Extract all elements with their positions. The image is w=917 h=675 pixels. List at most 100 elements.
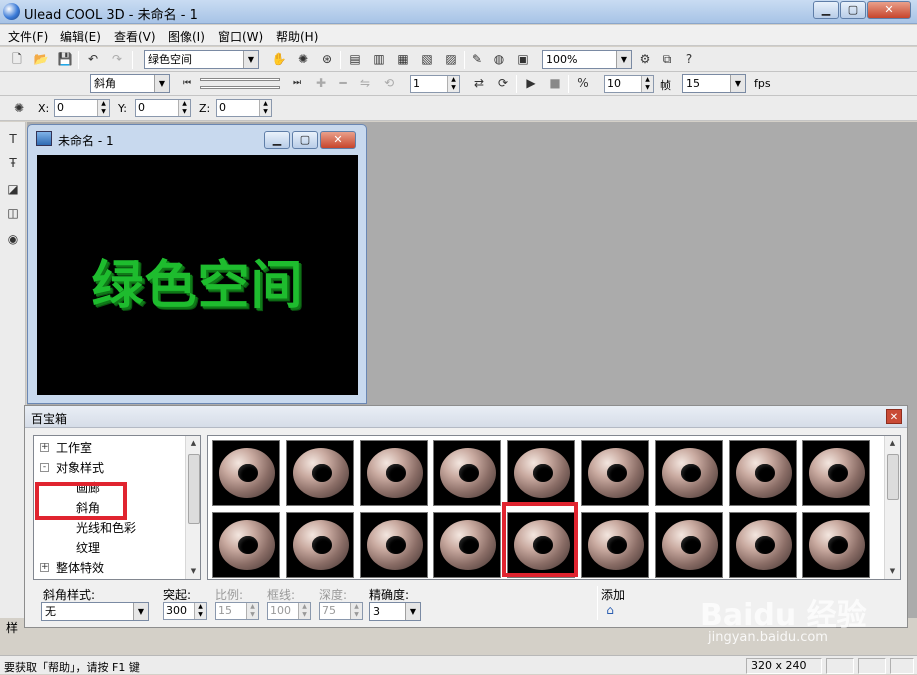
tree-item-global-fx[interactable]: 整体特效 xyxy=(56,559,104,576)
scroll-up-icon[interactable]: ▲ xyxy=(186,436,200,451)
bevel-preset-thumbnail[interactable] xyxy=(212,512,280,578)
paint-icon[interactable]: ✎ xyxy=(468,50,486,68)
precision-select[interactable]: 3 ▼ xyxy=(369,602,421,621)
menu-image[interactable]: 图像(I) xyxy=(168,28,205,45)
remove-keyframe-icon[interactable]: ━ xyxy=(334,74,352,92)
context-help-icon[interactable]: ? xyxy=(680,50,698,68)
undo-icon[interactable]: ↶ xyxy=(84,50,102,68)
save-icon[interactable]: 💾 xyxy=(56,50,74,68)
menu-view[interactable]: 查看(V) xyxy=(114,28,156,45)
tree-item-object-style[interactable]: 对象样式 xyxy=(56,459,104,476)
export-icon[interactable]: ⧉ xyxy=(658,50,676,68)
bevel-preset-thumbnail[interactable] xyxy=(581,512,649,578)
spin-arrows-icon[interactable]: ▲ ▼ xyxy=(259,100,271,116)
expand-icon[interactable]: + xyxy=(40,443,49,452)
spin-arrows-icon[interactable]: ▲ ▼ xyxy=(178,100,190,116)
fps-select[interactable]: 15 ▼ xyxy=(682,74,746,93)
insert-text-icon[interactable]: T xyxy=(4,130,22,148)
position-tool-icon[interactable]: ✺ xyxy=(10,99,28,117)
doc-minimize-button[interactable]: ▁ xyxy=(264,131,290,149)
maximize-button[interactable]: ▢ xyxy=(840,1,866,19)
bevel-preset-thumbnail[interactable] xyxy=(802,512,871,578)
scroll-thumb[interactable] xyxy=(188,454,200,524)
spin-arrows-icon[interactable]: ▲ ▼ xyxy=(246,603,258,619)
attribute-select[interactable]: 斜角 ▼ xyxy=(90,74,170,93)
close-button[interactable]: ✕ xyxy=(867,1,911,19)
add-to-palette-icon[interactable]: ⌂ xyxy=(601,601,619,619)
timeline-slider[interactable] xyxy=(200,78,280,81)
frame-number-input[interactable]: 1 ▲ ▼ xyxy=(410,75,460,93)
scroll-up-icon[interactable]: ▲ xyxy=(885,436,900,451)
play-icon[interactable]: ▶ xyxy=(522,74,540,92)
spin-arrows-icon[interactable]: ▲ ▼ xyxy=(350,603,362,619)
bevel-style-select[interactable]: 无 ▼ xyxy=(41,602,149,621)
bevel-preset-thumbnail[interactable] xyxy=(802,440,871,506)
z-input[interactable]: 0 ▲ ▼ xyxy=(216,99,272,117)
edit-object-icon[interactable]: ◫ xyxy=(4,204,22,222)
insert-object-icon[interactable]: ◪ xyxy=(4,180,22,198)
redo-icon[interactable]: ↷ xyxy=(108,50,126,68)
layer-icon-5[interactable]: ▨ xyxy=(442,50,460,68)
tree-item-texture[interactable]: 纹理 xyxy=(76,539,100,556)
render-canvas[interactable]: 绿色空间 xyxy=(37,155,358,395)
bevel-preset-thumbnail[interactable] xyxy=(359,512,428,578)
zoom-select[interactable]: 100% ▼ xyxy=(542,50,632,69)
menu-file[interactable]: 文件(F) xyxy=(8,28,48,45)
scroll-thumb[interactable] xyxy=(887,454,899,500)
add-keyframe-icon[interactable]: ✚ xyxy=(312,74,330,92)
chart-icon[interactable]: ▣ xyxy=(514,50,532,68)
scroll-down-icon[interactable]: ▼ xyxy=(885,564,900,579)
depth-input[interactable]: 75 ▲ ▼ xyxy=(319,602,363,620)
bevel-preset-thumbnail[interactable] xyxy=(212,440,280,506)
layer-icon-2[interactable]: ▥ xyxy=(370,50,388,68)
bevel-preset-thumbnail[interactable] xyxy=(728,512,797,578)
3d-text-object[interactable]: 绿色空间 xyxy=(37,243,358,318)
spin-arrows-icon[interactable]: ▲ ▼ xyxy=(298,603,310,619)
layer-icon-4[interactable]: ▧ xyxy=(418,50,436,68)
extrude-input[interactable]: 300 ▲ ▼ xyxy=(163,602,207,620)
doc-maximize-button[interactable]: ▢ xyxy=(292,131,318,149)
refresh-icon[interactable]: ⟳ xyxy=(494,74,512,92)
bevel-preset-thumbnail[interactable] xyxy=(433,440,502,506)
bevel-preset-thumbnail[interactable] xyxy=(507,440,576,506)
move-light-icon[interactable]: ⊛ xyxy=(318,50,336,68)
object-select[interactable]: 绿色空间 ▼ xyxy=(144,50,259,69)
bevel-preset-thumbnail[interactable] xyxy=(654,440,723,506)
globe-icon[interactable]: ◍ xyxy=(490,50,508,68)
palette-close-icon[interactable]: ✕ xyxy=(886,409,902,424)
spin-arrows-icon[interactable]: ▲ ▼ xyxy=(447,76,459,92)
edit-text-icon[interactable]: Ŧ xyxy=(4,154,22,172)
geometry-icon[interactable]: ◉ xyxy=(4,230,22,248)
expand-icon[interactable]: + xyxy=(40,563,49,572)
layer-icon-3[interactable]: ▦ xyxy=(394,50,412,68)
x-input[interactable]: 0 ▲ ▼ xyxy=(54,99,110,117)
smooth-icon[interactable]: % xyxy=(574,74,592,92)
minimize-button[interactable]: ▁ xyxy=(813,1,839,19)
new-icon[interactable]: 🗋 xyxy=(8,50,26,68)
loop-icon[interactable]: ⟲ xyxy=(380,74,398,92)
timeline-slider-2[interactable] xyxy=(200,86,280,89)
thumb-scrollbar[interactable]: ▲ ▼ xyxy=(884,436,900,579)
spin-arrows-icon[interactable]: ▲ ▼ xyxy=(97,100,109,116)
bevel-preset-thumbnail[interactable] xyxy=(285,512,354,578)
bevel-preset-thumbnail[interactable] xyxy=(433,512,502,578)
tree-item-light-color[interactable]: 光线和色彩 xyxy=(76,519,136,536)
bevel-preset-thumbnail[interactable] xyxy=(728,440,797,506)
rotate-object-icon[interactable]: ✺ xyxy=(294,50,312,68)
tree-item-studio[interactable]: 工作室 xyxy=(56,439,92,456)
timeline-start-icon[interactable]: ⏮ xyxy=(178,74,196,92)
collapse-icon[interactable]: - xyxy=(40,463,49,472)
tree-scrollbar[interactable]: ▲ ▼ xyxy=(185,436,200,579)
bevel-preset-thumbnail[interactable] xyxy=(654,512,723,578)
open-icon[interactable]: 📂 xyxy=(32,50,50,68)
spin-arrows-icon[interactable]: ▲ ▼ xyxy=(641,76,653,92)
bevel-preset-thumbnail[interactable] xyxy=(285,440,354,506)
border-input[interactable]: 100 ▲ ▼ xyxy=(267,602,311,620)
scroll-down-icon[interactable]: ▼ xyxy=(186,564,200,579)
plugin-icon[interactable]: ⚙ xyxy=(636,50,654,68)
doc-close-button[interactable]: ✕ xyxy=(320,131,356,149)
spin-arrows-icon[interactable]: ▲ ▼ xyxy=(194,603,206,619)
swap-icon[interactable]: ⇄ xyxy=(470,74,488,92)
hand-icon[interactable]: ✋ xyxy=(270,50,288,68)
layer-icon-1[interactable]: ▤ xyxy=(346,50,364,68)
